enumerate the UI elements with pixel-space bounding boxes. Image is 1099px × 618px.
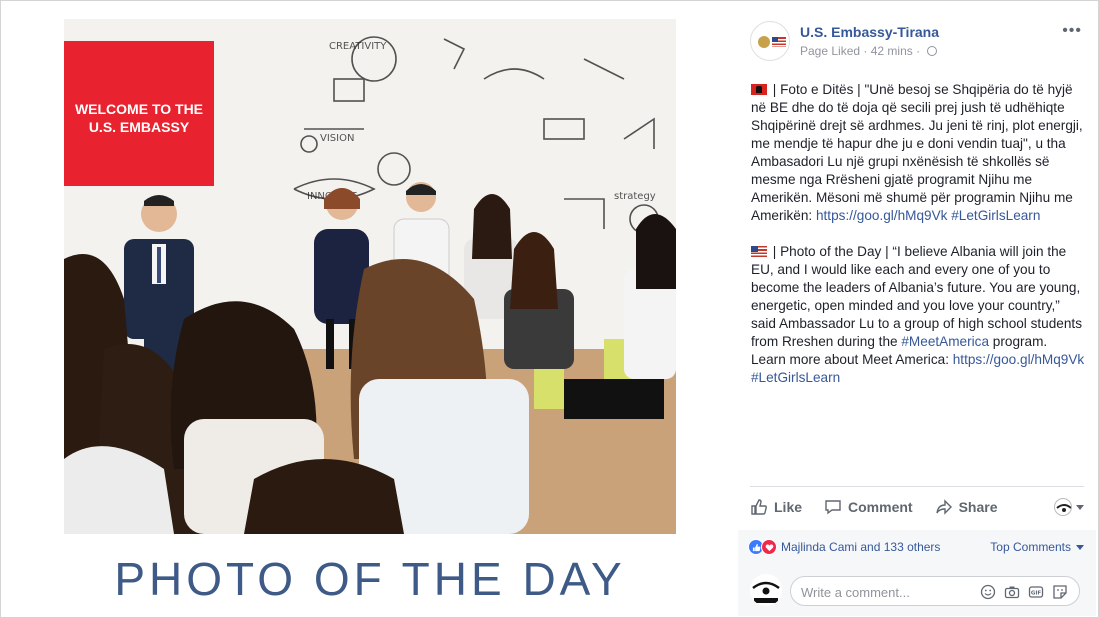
- share-icon: [935, 499, 952, 515]
- screen-line-1: WELCOME TO THE: [75, 101, 203, 117]
- page-liked-status[interactable]: Page Liked: [800, 44, 860, 58]
- svg-text:GIF: GIF: [1031, 591, 1042, 597]
- photo-illustration: CREATIVITY INNOVATE strategy VISION WELC…: [64, 19, 676, 534]
- user-avatar-icon: [1054, 498, 1072, 516]
- page-avatar[interactable]: [750, 21, 790, 61]
- share-button[interactable]: Share: [935, 498, 998, 516]
- comment-label: Comment: [848, 499, 913, 515]
- us-flag-icon: [751, 246, 767, 257]
- screen-line-2: U.S. EMBASSY: [89, 119, 190, 135]
- paragraph-al-link[interactable]: https://goo.gl/hMq9Vk: [816, 208, 947, 223]
- paragraph-en-hashtag[interactable]: #LetGirlsLearn: [751, 370, 840, 385]
- paragraph-al-text: | Foto e Ditës | "Unë besoj se Shqipëria…: [751, 82, 1083, 223]
- post-paragraph-albanian: | Foto e Ditës | "Unë besoj se Shqipëria…: [751, 81, 1085, 225]
- page-name-link[interactable]: U.S. Embassy-Tirana: [800, 24, 939, 40]
- post-header: U.S. Embassy-Tirana Page Liked · 42 mins…: [750, 18, 1084, 66]
- photo-panel: CREATIVITY INNOVATE strategy VISION WELC…: [4, 4, 733, 616]
- like-label: Like: [774, 499, 803, 515]
- comment-button[interactable]: Comment: [824, 498, 913, 516]
- svg-text:CREATIVITY: CREATIVITY: [329, 41, 387, 52]
- like-button[interactable]: Like: [750, 498, 802, 516]
- post-meta: Page Liked · 42 mins ·: [800, 44, 938, 58]
- albania-flag-icon: [751, 84, 767, 95]
- chevron-down-icon: [1076, 544, 1084, 550]
- comment-composer: Write a comment... GIF: [750, 574, 1084, 608]
- meetamerica-hashtag[interactable]: #MeetAmerica: [901, 334, 989, 349]
- top-comments-dropdown[interactable]: Top Comments: [990, 540, 1084, 554]
- svg-text:VISION: VISION: [320, 133, 354, 144]
- paragraph-en-link[interactable]: https://goo.gl/hMq9Vk: [953, 352, 1084, 367]
- reactions-summary[interactable]: Majlinda Cami and 133 others: [748, 538, 940, 556]
- comment-input-tools: GIF: [979, 583, 1069, 601]
- post-as-selector[interactable]: [1054, 498, 1084, 516]
- globe-icon: [927, 46, 938, 56]
- sticker-icon[interactable]: [1051, 583, 1069, 601]
- commenter-avatar[interactable]: [750, 574, 782, 606]
- emoji-icon[interactable]: [979, 583, 997, 601]
- post-time[interactable]: 42 mins: [871, 44, 913, 58]
- love-reaction-icon: [761, 539, 777, 555]
- paragraph-al-hashtag[interactable]: #LetGirlsLearn: [951, 208, 1040, 223]
- post-sidebar: U.S. Embassy-Tirana Page Liked · 42 mins…: [738, 4, 1096, 616]
- facebook-photo-viewer: CREATIVITY INNOVATE strategy VISION WELC…: [0, 0, 1099, 618]
- gif-icon[interactable]: GIF: [1027, 583, 1045, 601]
- comment-input[interactable]: Write a comment... GIF: [790, 576, 1080, 606]
- comment-icon: [825, 500, 841, 515]
- photo-caption: PHOTO OF THE DAY: [114, 553, 626, 605]
- comment-placeholder: Write a comment...: [801, 585, 910, 600]
- chevron-down-icon: [1076, 504, 1084, 510]
- divider: [750, 486, 1084, 487]
- embassy-seal-icon: [758, 36, 786, 48]
- share-label: Share: [958, 499, 998, 515]
- post-text: | Foto e Ditës | "Unë besoj se Shqipëria…: [751, 81, 1085, 405]
- thumbs-up-icon: [751, 499, 767, 515]
- more-options-icon[interactable]: •••: [1062, 22, 1082, 40]
- camera-icon[interactable]: [1003, 583, 1021, 601]
- post-photo[interactable]: CREATIVITY INNOVATE strategy VISION WELC…: [64, 19, 676, 534]
- svg-text:strategy: strategy: [614, 191, 656, 202]
- post-paragraph-english: | Photo of the Day | “I believe Albania …: [751, 243, 1085, 387]
- drone-logo-icon: [750, 574, 782, 606]
- reactions-text: Majlinda Cami and 133 others: [781, 540, 941, 554]
- post-actions: Like Comment Share: [750, 492, 1084, 522]
- comments-area: Majlinda Cami and 133 others Top Comment…: [738, 530, 1096, 616]
- top-comments-label: Top Comments: [990, 540, 1071, 554]
